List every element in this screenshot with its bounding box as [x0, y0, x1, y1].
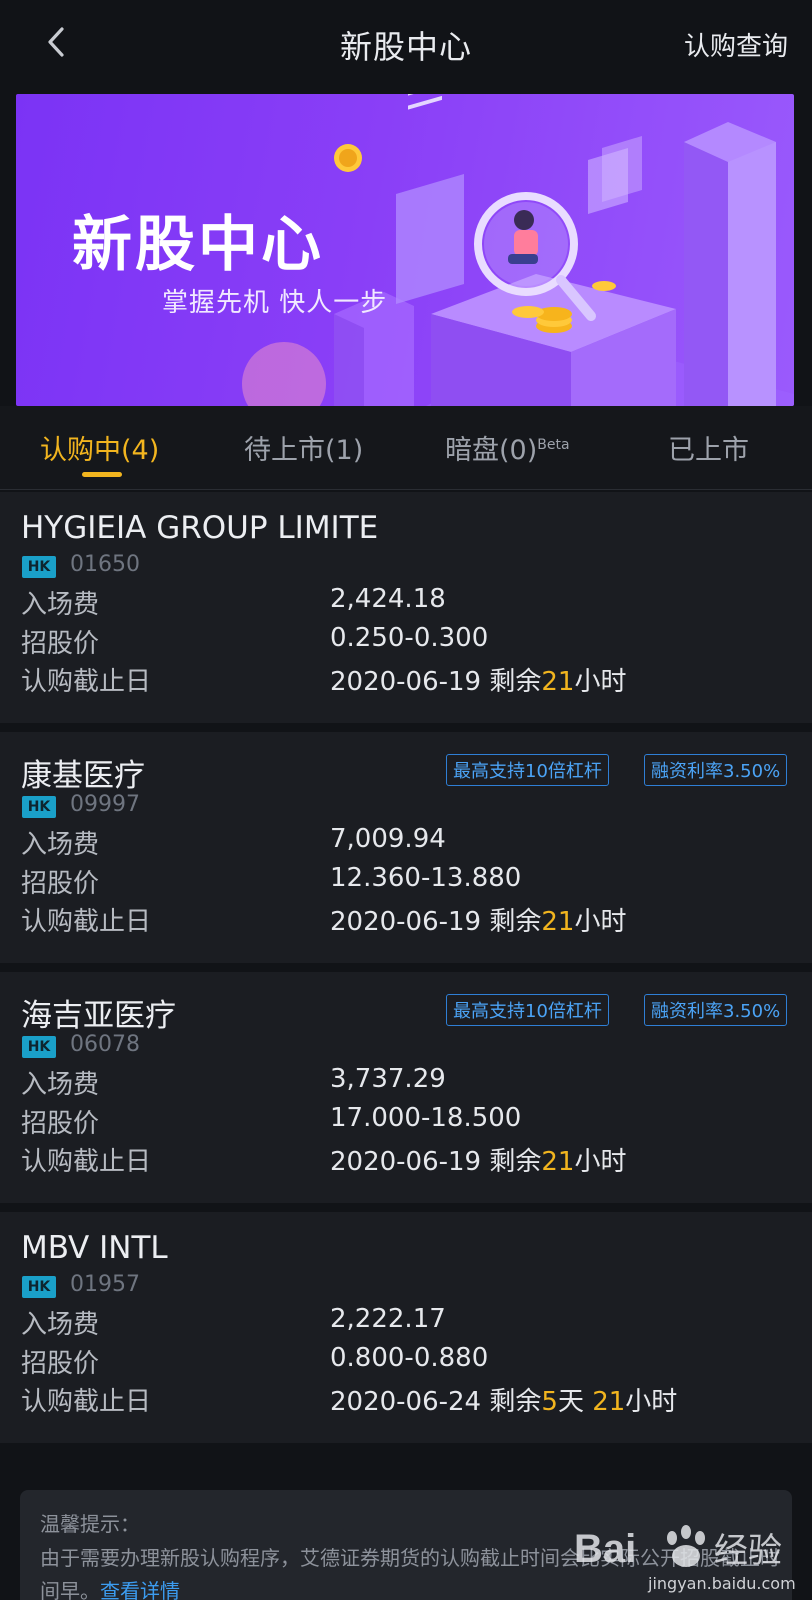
stock-code: 06078 — [70, 1032, 140, 1057]
tab-subscribing[interactable]: 认购中(4) — [40, 428, 159, 467]
banner-subtitle: 掌握先机 快人一步 — [162, 288, 388, 318]
hours-unit: 小时 — [625, 1387, 678, 1417]
remaining-hours: 21 — [541, 1147, 575, 1177]
fee-value: 2,424.18 — [330, 584, 446, 614]
ipo-card[interactable]: HYGIEIA GROUP LIMITE HK 01650 入场费 2,424.… — [0, 492, 812, 723]
deadline-date: 2020-06-19 — [330, 907, 482, 937]
tab-listed[interactable]: 已上市 — [668, 428, 749, 467]
remaining-hours: 21 — [541, 907, 575, 937]
price-label: 招股价 — [21, 629, 100, 659]
ipo-status-tabs: 认购中(4) 待上市(1) 暗盘(0)Beta 已上市 — [0, 406, 812, 490]
remaining-days: 5 — [541, 1387, 558, 1417]
days-unit: 天 — [557, 1387, 593, 1417]
price-value: 12.360-13.880 — [330, 863, 522, 893]
price-label: 招股价 — [21, 1109, 100, 1139]
baidu-jingyan-watermark: Bai 经验 jingyan.baidu.com — [574, 1518, 796, 1596]
leverage-tag: 最高支持10倍杠杆 — [446, 994, 609, 1026]
view-details-link[interactable]: 查看详情 — [100, 1579, 180, 1600]
financing-rate-tag: 融资利率3.50% — [644, 754, 788, 786]
tab-grey-market[interactable]: 暗盘(0)Beta — [445, 428, 570, 467]
deadline-label: 认购截止日 — [21, 667, 152, 697]
tab-label: 已上市 — [668, 435, 749, 466]
deadline-label: 认购截止日 — [21, 1387, 152, 1417]
price-value: 17.000-18.500 — [330, 1103, 522, 1133]
ipo-card[interactable]: 海吉亚医疗 最高支持10倍杠杆 融资利率3.50% HK 06078 入场费 3… — [0, 972, 812, 1203]
watermark-url: jingyan.baidu.com — [648, 1574, 796, 1593]
fee-label: 入场费 — [21, 830, 100, 860]
leverage-tag: 最高支持10倍杠杆 — [446, 754, 609, 786]
deadline-value: 2020-06-19 剩余21小时 — [330, 901, 627, 938]
price-label: 招股价 — [21, 1349, 100, 1379]
price-label: 招股价 — [21, 869, 100, 899]
subscription-query-button[interactable]: 认购查询 — [684, 26, 788, 63]
stock-name: HYGIEIA GROUP LIMITE — [21, 510, 379, 546]
svg-text:Bai: Bai — [574, 1527, 636, 1571]
deadline-value: 2020-06-19 剩余21小时 — [330, 661, 627, 698]
market-badge: HK — [22, 796, 56, 818]
beta-badge: Beta — [537, 437, 570, 453]
remaining-prefix: 剩余 — [489, 1147, 542, 1177]
stock-name: MBV INTL — [21, 1230, 168, 1266]
stock-code: 01650 — [70, 552, 140, 577]
ipo-card[interactable]: MBV INTL HK 01957 入场费 2,222.17 招股价 0.800… — [0, 1212, 812, 1443]
fee-value: 7,009.94 — [330, 824, 446, 854]
header-bar: 新股中心 认购查询 — [0, 0, 812, 88]
hours-unit: 小时 — [574, 667, 627, 697]
fee-value: 2,222.17 — [330, 1304, 446, 1334]
remaining-prefix: 剩余 — [489, 907, 542, 937]
deadline-label: 认购截止日 — [21, 907, 152, 937]
remaining-hours: 21 — [541, 667, 575, 697]
deadline-date: 2020-06-19 — [330, 1147, 482, 1177]
active-tab-indicator — [82, 472, 122, 477]
deadline-date: 2020-06-19 — [330, 667, 482, 697]
remaining-hours: 21 — [592, 1387, 626, 1417]
remaining-prefix: 剩余 — [489, 1387, 542, 1417]
baidu-paw-logo: Bai 经验 — [574, 1525, 782, 1571]
deadline-value: 2020-06-24 剩余5天 21小时 — [330, 1381, 677, 1418]
market-badge: HK — [22, 556, 56, 578]
stock-code: 09997 — [70, 792, 140, 817]
stock-code: 01957 — [70, 1272, 140, 1297]
financing-rate-tag: 融资利率3.50% — [644, 994, 788, 1026]
deadline-label: 认购截止日 — [21, 1147, 152, 1177]
svg-text:经验: 经验 — [714, 1531, 782, 1571]
fee-label: 入场费 — [21, 1070, 100, 1100]
notice-title: 温馨提示： — [40, 1512, 140, 1536]
price-value: 0.250-0.300 — [330, 623, 489, 653]
hours-unit: 小时 — [574, 907, 627, 937]
deadline-value: 2020-06-19 剩余21小时 — [330, 1141, 627, 1178]
promo-banner[interactable]: 新股中心 掌握先机 快人一步 — [16, 94, 794, 406]
fee-value: 3,737.29 — [330, 1064, 446, 1094]
market-badge: HK — [22, 1276, 56, 1298]
tab-pending-listing[interactable]: 待上市(1) — [244, 428, 363, 467]
tab-label: 待上市(1) — [244, 435, 364, 466]
banner-title: 新股中心 — [72, 210, 324, 280]
market-badge: HK — [22, 1036, 56, 1058]
fee-label: 入场费 — [21, 590, 100, 620]
tab-label: 暗盘(0) — [445, 435, 538, 466]
hours-unit: 小时 — [574, 1147, 627, 1177]
remaining-prefix: 剩余 — [489, 667, 542, 697]
stock-name: 康基医疗 — [21, 758, 145, 794]
fee-label: 入场费 — [21, 1310, 100, 1340]
price-value: 0.800-0.880 — [330, 1343, 489, 1373]
ipo-card[interactable]: 康基医疗 最高支持10倍杠杆 融资利率3.50% HK 09997 入场费 7,… — [0, 732, 812, 963]
deadline-date: 2020-06-24 — [330, 1387, 482, 1417]
tab-label: 认购中(4) — [40, 435, 160, 466]
stock-name: 海吉亚医疗 — [21, 998, 176, 1034]
